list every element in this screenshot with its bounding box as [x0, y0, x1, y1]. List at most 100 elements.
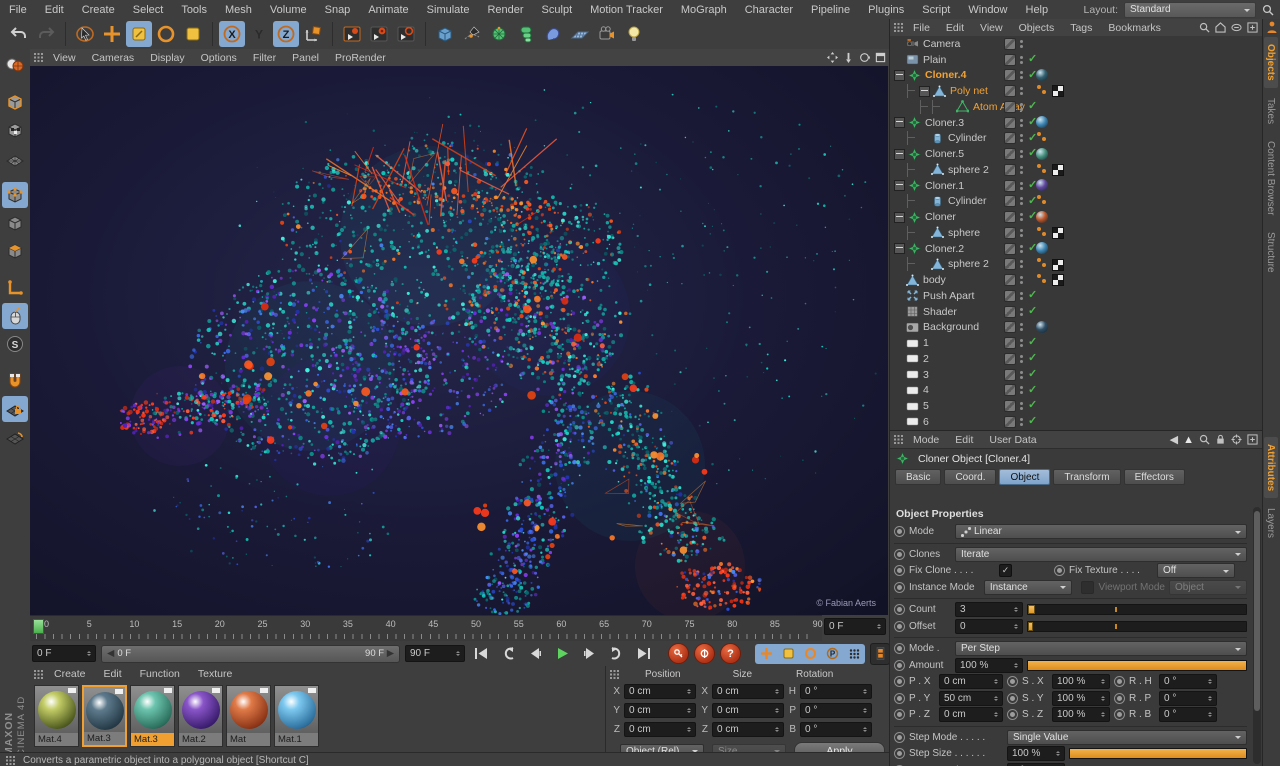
object-name[interactable]: Cloner.3 [925, 117, 964, 129]
spinner-icon[interactable] [1205, 677, 1212, 686]
object-row-cloner-5-7[interactable]: Cloner.5 ✓ [890, 146, 1263, 162]
visibility-dots-toggle[interactable] [1020, 291, 1024, 301]
record-keyframe-button[interactable] [668, 643, 689, 664]
material-tag-icon[interactable] [1036, 116, 1048, 129]
object-name[interactable]: Cylinder [948, 132, 987, 144]
object-row-sphere-2-14[interactable]: sphere 2 [890, 257, 1263, 273]
enabled-check-icon[interactable]: ✓ [1028, 131, 1037, 144]
expand-toggle-icon[interactable] [894, 243, 905, 255]
menu-render[interactable]: Render [478, 4, 532, 16]
object-row-6-24[interactable]: 6 ✓ [890, 414, 1263, 430]
visibility-dots-toggle[interactable] [1020, 181, 1024, 191]
visibility-dots-toggle[interactable] [1020, 401, 1024, 411]
layer-toggle[interactable] [1004, 37, 1016, 50]
object-name[interactable]: 5 [923, 400, 929, 412]
material-tag-icon[interactable] [1036, 179, 1048, 192]
collapse-icon[interactable] [1231, 22, 1242, 33]
render-settings-button[interactable] [393, 21, 419, 47]
menu-file[interactable]: File [0, 4, 36, 16]
menu-tags[interactable]: Tags [1062, 22, 1100, 34]
visibility-dots-toggle[interactable] [1020, 212, 1024, 222]
visibility-dots-toggle[interactable] [1020, 275, 1024, 285]
object-row-cloner-11[interactable]: Cloner ✓ [890, 209, 1263, 225]
keyframe-circle-icon[interactable] [894, 659, 905, 671]
layer-toggle[interactable] [1004, 384, 1016, 397]
play-button[interactable] [551, 644, 573, 664]
enabled-check-icon[interactable]: ✓ [1028, 351, 1037, 364]
current-frame-field[interactable]: 0 F [824, 618, 886, 637]
menu-filter[interactable]: Filter [245, 52, 284, 64]
transform-field[interactable]: 100 % [1052, 674, 1110, 690]
layer-toggle[interactable] [1004, 116, 1016, 129]
layer-toggle[interactable] [1004, 289, 1016, 302]
undo-button[interactable] [6, 21, 32, 47]
enabled-check-icon[interactable]: ✓ [1028, 99, 1037, 112]
object-name[interactable]: body [923, 274, 946, 286]
material-mat-1-5[interactable]: Mat.1 [274, 685, 319, 747]
menu-bookmarks[interactable]: Bookmarks [1100, 22, 1169, 34]
panel-grip-icon[interactable] [34, 53, 43, 62]
transform-field[interactable]: 0 cm [939, 674, 1003, 690]
tab-object[interactable]: Object [999, 469, 1051, 485]
layer-toggle[interactable] [1004, 400, 1016, 413]
menu-view[interactable]: View [972, 22, 1011, 34]
redo-button[interactable] [33, 21, 59, 47]
layer-toggle[interactable] [1004, 148, 1016, 161]
count-slider[interactable] [1027, 604, 1247, 616]
keyframe-circle-icon[interactable] [1114, 676, 1125, 688]
tag-dots-icon[interactable] [1037, 274, 1049, 286]
play-forward-loop-button[interactable] [605, 644, 627, 664]
amount-field[interactable]: 100 % [955, 657, 1023, 673]
texture-tag-icon[interactable] [1052, 274, 1064, 287]
object-row-cloner-4-2[interactable]: Cloner.4 ✓ [890, 68, 1263, 84]
search-icon[interactable] [1262, 4, 1274, 16]
timeline-ruler[interactable]: 0 5 10 15 20 25 30 35 40 45 50 55 60 65 70 75 80 85 90 [30, 615, 823, 642]
visibility-dots-toggle[interactable] [1020, 149, 1024, 159]
spinner-icon[interactable] [772, 725, 779, 734]
history-back-icon[interactable]: ◀ [1170, 433, 1178, 446]
menu-character[interactable]: Character [736, 4, 802, 16]
menu-simulate[interactable]: Simulate [418, 4, 479, 16]
object-name[interactable]: Poly net [950, 85, 988, 97]
layer-toggle[interactable] [1004, 337, 1016, 350]
keyframe-circle-icon[interactable] [1114, 709, 1125, 721]
spinner-icon[interactable] [1011, 622, 1018, 631]
spinner-icon[interactable] [1011, 661, 1018, 670]
fix-clone-checkbox[interactable]: ✓ [999, 564, 1012, 578]
add-light-button[interactable] [621, 21, 647, 47]
menu-volume[interactable]: Volume [261, 4, 316, 16]
menu-edit[interactable]: Edit [938, 22, 972, 34]
visibility-dots-toggle[interactable] [1020, 196, 1024, 206]
visibility-dots-toggle[interactable] [1020, 417, 1024, 427]
material-tag-icon[interactable] [1036, 147, 1048, 160]
menu-help[interactable]: Help [1017, 4, 1058, 16]
menu-options[interactable]: Options [193, 52, 245, 64]
move-tool[interactable] [99, 21, 125, 47]
make-editable-button[interactable] [2, 52, 28, 78]
object-row-cloner-2-13[interactable]: Cloner.2 ✓ [890, 241, 1263, 257]
visibility-dots-toggle[interactable] [1020, 55, 1024, 65]
layer-toggle[interactable] [1004, 305, 1016, 318]
panel-grip-icon[interactable] [894, 435, 903, 444]
object-name[interactable]: sphere [948, 227, 980, 239]
keyframe-circle-icon[interactable] [894, 643, 905, 655]
menu-select[interactable]: Select [124, 4, 173, 16]
visibility-dots-toggle[interactable] [1020, 354, 1024, 364]
keyframe-circle-icon[interactable] [894, 676, 905, 688]
viewport-mode-dropdown[interactable]: Object [1169, 579, 1247, 595]
object-name[interactable]: 3 [923, 369, 929, 381]
object-name[interactable]: Cloner.4 [925, 69, 966, 81]
align-workplane-button[interactable] [2, 424, 28, 450]
coordinate-system-button[interactable] [300, 21, 326, 47]
tab-transform[interactable]: Transform [1053, 469, 1121, 485]
object-row-camera-0[interactable]: Camera [890, 36, 1263, 52]
coordinate-field[interactable]: 0 ° [800, 684, 872, 699]
spinner-icon[interactable] [1205, 710, 1212, 719]
spinner-icon[interactable] [1205, 694, 1212, 703]
object-name[interactable]: Background [923, 321, 979, 333]
expand-toggle-icon[interactable] [894, 117, 905, 129]
enable-axis-button[interactable] [2, 275, 28, 301]
menu-motion-tracker[interactable]: Motion Tracker [581, 4, 672, 16]
view-dolly-icon[interactable] [843, 52, 854, 63]
lock-icon[interactable] [1215, 434, 1226, 445]
